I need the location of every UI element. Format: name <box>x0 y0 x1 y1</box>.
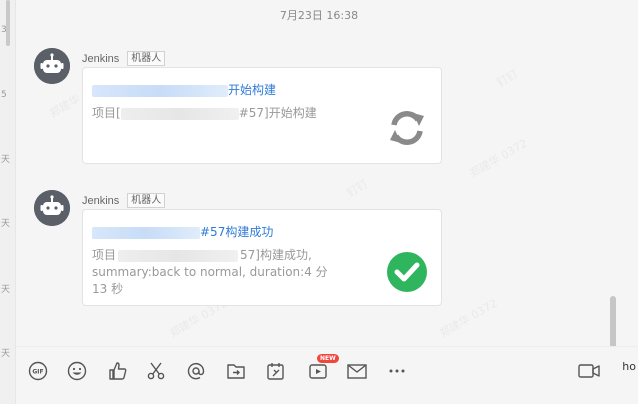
avatar[interactable] <box>34 48 70 84</box>
robot-badge: 机器人 <box>127 193 166 208</box>
message-title-text: #57构建成功 <box>200 225 274 239</box>
message-body: 项目[ #57]开始构建 <box>92 105 317 122</box>
left-strip-char: 天 <box>1 155 11 165</box>
pin-icon[interactable] <box>265 360 287 382</box>
sender-name[interactable]: Jenkins <box>82 53 119 65</box>
message-title-link[interactable]: 开始构建 <box>92 81 276 98</box>
redacted-text <box>120 107 239 120</box>
chat-message: Jenkins 机器人 #57构建成功 项目 57]构建成功, summary:b… <box>34 190 454 310</box>
compose-toolbar: GIF NEW <box>16 346 638 404</box>
redacted-text <box>118 249 239 262</box>
at-icon[interactable] <box>185 360 207 382</box>
left-scrollbar[interactable] <box>6 0 10 46</box>
redacted-text <box>92 84 228 97</box>
robot-badge: 机器人 <box>127 51 166 66</box>
folder-share-icon[interactable] <box>225 360 247 382</box>
message-body: 项目 57]构建成功, summary:back to normal, durat… <box>92 247 372 298</box>
left-strip-char: 天 <box>1 349 11 359</box>
left-strip-char: 天 <box>1 219 11 229</box>
message-title-text: 开始构建 <box>228 83 277 97</box>
watermark: 钉钉 <box>494 67 521 90</box>
robot-icon <box>34 48 70 84</box>
gif-icon[interactable]: GIF <box>27 360 49 382</box>
body-text: #57]开始构建 <box>238 106 317 120</box>
chat-history[interactable]: 7月23日 16:38 郑建华 0372 郑建华 0372 郑建华 0372 郑… <box>16 0 622 346</box>
body-text: 13 秒 <box>92 282 124 296</box>
side-text: ho <box>622 360 636 373</box>
left-strip-char: 3 <box>1 25 7 35</box>
svg-text:GIF: GIF <box>32 369 43 376</box>
mail-icon[interactable] <box>346 360 368 382</box>
video-call-icon[interactable] <box>578 360 600 382</box>
emoji-icon[interactable] <box>66 360 88 382</box>
chat-scrollbar-thumb[interactable] <box>610 296 616 346</box>
avatar[interactable] <box>34 190 70 226</box>
message-timestamp: 7月23日 16:38 <box>279 9 359 22</box>
refresh-icon <box>386 107 428 154</box>
sender-name[interactable]: Jenkins <box>82 195 119 207</box>
thumbs-up-icon[interactable] <box>107 360 129 382</box>
left-conversation-strip: 3 5 天 天 天 天 <box>0 0 16 404</box>
new-badge: NEW <box>317 354 339 363</box>
body-text: 项目[ <box>92 106 121 120</box>
robot-icon <box>34 190 70 226</box>
body-text: 项目 <box>92 248 117 262</box>
left-strip-char: 5 <box>1 90 7 100</box>
message-title-link[interactable]: #57构建成功 <box>92 223 273 240</box>
success-check-icon <box>386 251 428 298</box>
video-message-icon[interactable]: NEW <box>307 354 339 382</box>
scissors-icon[interactable] <box>145 360 167 382</box>
more-icon[interactable] <box>386 360 408 382</box>
body-text: 57]构建成功, <box>240 248 312 262</box>
left-strip-char: 天 <box>1 285 11 295</box>
message-card[interactable]: #57构建成功 项目 57]构建成功, summary:back to norma… <box>82 209 442 306</box>
body-text: summary:back to normal, duration:4 分 <box>92 265 328 279</box>
sender-line: Jenkins 机器人 <box>82 51 166 66</box>
chat-message: Jenkins 机器人 开始构建 项目[ #57]开始构建 <box>34 48 454 168</box>
watermark: 郑建华 0372 <box>467 136 530 181</box>
message-card[interactable]: 开始构建 项目[ #57]开始构建 <box>82 67 442 164</box>
chat-scrollbar-track[interactable] <box>606 0 622 346</box>
sender-line: Jenkins 机器人 <box>82 193 166 208</box>
redacted-text <box>92 226 200 239</box>
